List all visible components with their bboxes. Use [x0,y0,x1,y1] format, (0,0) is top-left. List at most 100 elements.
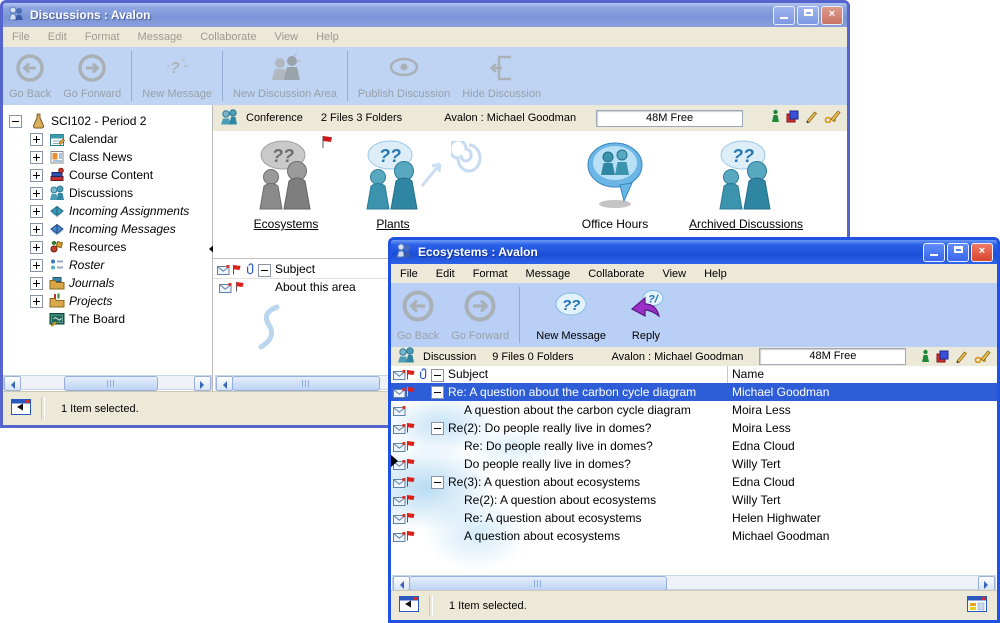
table-row[interactable]: Re(2): Do people really live in domes? M… [391,419,997,437]
scroll-left-icon[interactable] [393,576,410,591]
flag-icon [406,530,415,544]
menu-edit[interactable]: Edit [39,31,76,43]
expand-box[interactable] [30,151,43,164]
expand-box[interactable] [30,205,43,218]
go-forward-button[interactable]: Go Forward [57,47,127,105]
tree-item-incoming-messages[interactable]: Incoming Messages [3,220,212,238]
back-arrow-icon [401,289,435,326]
expand-box[interactable] [30,241,43,254]
maximize-button[interactable] [947,243,969,262]
reply-button[interactable]: ?/ Reply [620,283,672,347]
folder-tree-panel: SCI102 - Period 2 Calendar Class News Co… [3,105,213,392]
expand-box[interactable] [30,259,43,272]
thread-collapse-box[interactable] [431,476,444,489]
menu-message[interactable]: Message [517,268,580,280]
menu-file[interactable]: File [391,268,427,280]
hide-discussion-button[interactable]: Hide Discussion [456,47,547,105]
scrollbar-thumb[interactable] [232,376,380,391]
go-back-button[interactable]: Go Back [3,47,57,105]
item-office-hours[interactable]: Office Hours [565,137,665,231]
tree-item-roster[interactable]: Roster [3,256,212,274]
table-row[interactable]: A question about the carbon cycle diagra… [391,401,997,419]
menu-file[interactable]: File [3,31,39,43]
menu-edit[interactable]: Edit [427,268,464,280]
table-row[interactable]: Re(2): A question about ecosystems Willy… [391,491,997,509]
table-row[interactable]: Re: Do people really live in domes? Edna… [391,437,997,455]
go-back-button[interactable]: Go Back [391,283,445,347]
conference-info-bar: Conference 2 Files 3 Folders Avalon : Mi… [213,105,847,132]
tree-item-the-board[interactable]: The Board [3,310,212,328]
go-forward-button[interactable]: Go Forward [445,283,515,347]
menu-view[interactable]: View [653,268,695,280]
tree-item-course-content[interactable]: Course Content [3,166,212,184]
table-row[interactable]: Do people really live in domes? Willy Te… [391,455,997,473]
summary-panel-icon[interactable] [967,596,987,615]
scrollbar-thumb[interactable] [64,376,158,391]
panel-toggle-icon[interactable] [399,596,419,615]
scroll-left-icon[interactable] [4,376,21,391]
new-discussion-area-button[interactable]: New Discussion Area [227,47,343,105]
column-divider[interactable] [727,366,728,383]
tree-item-root[interactable]: SCI102 - Period 2 [3,112,212,130]
tree-item-projects[interactable]: Projects [3,292,212,310]
expand-box[interactable] [30,277,43,290]
table-row[interactable]: Re(3): A question about ecosystems Edna … [391,473,997,491]
thread-collapse-box[interactable] [431,386,444,399]
menu-collaborate[interactable]: Collaborate [579,268,653,280]
item-ecosystems[interactable]: ?? Ecosystems [231,137,341,231]
splitter-collapse-arrow[interactable] [391,455,404,467]
scrollbar-thumb[interactable] [409,576,667,591]
table-row[interactable]: Re: A question about ecosystems Helen Hi… [391,509,997,527]
tree-item-incoming-assignments[interactable]: Incoming Assignments [3,202,212,220]
window2-menubar: File Edit Format Message Collaborate Vie… [391,264,997,285]
table-row[interactable]: Re: A question about the carbon cycle di… [391,383,997,401]
message-list: Re: A question about the carbon cycle di… [391,383,997,575]
new-message-icon: ?? [551,289,591,326]
collapse-box[interactable] [9,115,22,128]
new-message-button[interactable]: ?? New Message [530,283,612,347]
item-plants[interactable]: ?? Plants [353,137,433,231]
scroll-right-icon[interactable] [194,376,211,391]
expand-box[interactable] [30,133,43,146]
new-message-button[interactable]: ? New Message [136,47,218,105]
message-list-header[interactable]: Subject Name [391,366,997,384]
minimize-button[interactable] [923,243,945,262]
forward-arrow-icon [463,289,497,326]
expand-box[interactable] [30,223,43,236]
menu-format[interactable]: Format [464,268,517,280]
menu-format[interactable]: Format [76,31,129,43]
expand-box[interactable] [30,169,43,182]
menu-help[interactable]: Help [695,268,736,280]
panel-toggle-icon[interactable] [11,399,31,418]
table-row[interactable]: A question about ecosystems Michael Good… [391,527,997,545]
thread-collapse-box[interactable] [431,422,444,435]
publish-discussion-button[interactable]: Publish Discussion [352,47,456,105]
tree-item-discussions[interactable]: Discussions [3,184,212,202]
window1-titlebar[interactable]: Discussions : Avalon × [3,3,847,27]
conference-type-label: Discussion [423,351,476,363]
close-icon[interactable]: × [971,243,993,262]
expand-box[interactable] [30,187,43,200]
menu-view[interactable]: View [265,31,307,43]
pencil-key-icon [824,109,841,126]
tree-horizontal-scrollbar[interactable] [3,375,212,390]
tree-item-class-news[interactable]: Class News [3,148,212,166]
scroll-right-icon[interactable] [978,576,995,591]
menu-message[interactable]: Message [129,31,192,43]
tree-item-resources[interactable]: Resources [3,238,212,256]
message-horizontal-scrollbar[interactable] [392,575,996,590]
collapse-all-box[interactable] [431,369,444,382]
menu-collaborate[interactable]: Collaborate [191,31,265,43]
menu-help[interactable]: Help [307,31,348,43]
tree-item-calendar[interactable]: Calendar [3,130,212,148]
conference-counts: 2 Files 3 Folders [321,112,402,124]
expand-box[interactable] [30,295,43,308]
tree-item-journals[interactable]: Journals [3,274,212,292]
scroll-left-icon[interactable] [216,376,233,391]
minimize-button[interactable] [773,6,795,25]
collapse-all-box[interactable] [258,264,271,277]
item-archived-discussions[interactable]: ?? Archived Discussions [671,137,821,231]
window2-titlebar[interactable]: Ecosystems : Avalon × [391,240,997,264]
close-icon[interactable]: × [821,6,843,25]
maximize-button[interactable] [797,6,819,25]
